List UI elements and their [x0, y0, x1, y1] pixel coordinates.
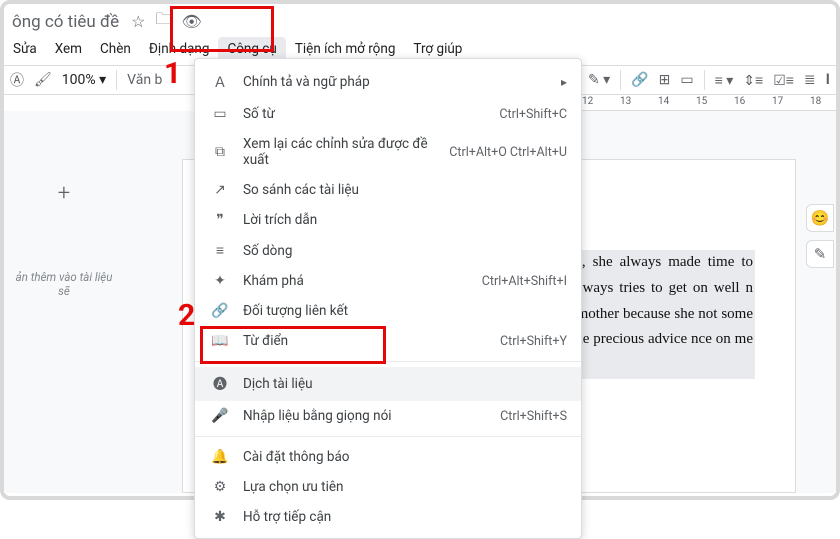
separator	[620, 70, 621, 90]
spellcheck-icon: Ａ	[209, 72, 231, 92]
menu-edit[interactable]: Sửa	[4, 37, 46, 61]
menu-voice-typing[interactable]: 🎤 Nhập liệu bằng giọng nói Ctrl+Shift+S	[195, 401, 581, 431]
menu-wordcount[interactable]: ▭ Số từ Ctrl+Shift+C	[195, 99, 581, 129]
wordcount-icon: ▭	[209, 106, 231, 122]
tb-more-icon[interactable]: 𝐈	[826, 72, 830, 88]
tools-dropdown: Ａ Chính tả và ngữ pháp ▸ ▭ Số từ Ctrl+Sh…	[194, 58, 582, 539]
paint-icon[interactable]: 🖌	[34, 72, 52, 88]
link-icon: 🔗	[209, 303, 231, 319]
tb-bulletlist-icon[interactable]: ≣	[804, 72, 816, 88]
spellcheck-icon[interactable]: Ⓐ	[10, 70, 24, 90]
tb-edit-icon[interactable]: ✎ ▾	[588, 72, 610, 88]
menu-explore[interactable]: ✦ Khám phá Ctrl+Alt+Shift+I	[195, 266, 581, 296]
menu-accessibility[interactable]: ✱ Hỗ trợ tiếp cận	[195, 502, 581, 532]
zoom-select[interactable]: 100% ▾	[62, 72, 106, 88]
callout-number-2: 2	[178, 298, 195, 333]
tb-link-icon[interactable]: 🔗	[631, 72, 648, 88]
separator	[704, 70, 705, 90]
ruler: 12 13 14 15 16 17 18	[582, 95, 836, 111]
compare-icon: ↗	[209, 182, 231, 198]
separator	[195, 436, 581, 437]
tb-image-icon[interactable]: ▭	[680, 72, 693, 88]
gear-icon: ⚙	[209, 479, 231, 495]
separator	[116, 70, 117, 90]
menu-preferences[interactable]: ⚙ Lựa chọn ưu tiên	[195, 472, 581, 502]
menu-dictionary[interactable]: 📖 Từ điển Ctrl+Shift+Y	[195, 326, 581, 356]
star-icon[interactable]: ☆	[129, 12, 147, 31]
menu-citations[interactable]: ❞ Lời trích dẫn	[195, 205, 581, 235]
menu-view[interactable]: Xem	[46, 37, 91, 61]
explore-icon: ✦	[209, 273, 231, 289]
callout-number-1: 1	[164, 56, 181, 91]
menu-compare-docs[interactable]: ↗ So sánh các tài liệu	[195, 175, 581, 205]
menu-translate-doc[interactable]: 🅐 Dịch tài liệu	[195, 367, 581, 401]
tb-linespace-icon[interactable]: ⇕≡	[743, 72, 763, 89]
menu-notifications[interactable]: 🔔 Cài đặt thông báo	[195, 442, 581, 472]
edit-side-icon[interactable]: ✎	[806, 240, 834, 268]
menu-line-numbers[interactable]: ≡ Số dòng	[195, 235, 581, 266]
outline-hint: ản thêm vào tài liệu sẽ	[12, 270, 116, 298]
accessibility-icon: ✱	[209, 509, 231, 525]
cloud-icon[interactable]: 👁	[180, 12, 204, 31]
dictionary-icon: 📖	[209, 333, 231, 349]
doc-title[interactable]: ông có tiêu đề	[8, 10, 123, 34]
quote-icon: ❞	[209, 212, 231, 228]
style-select[interactable]: Văn b	[127, 72, 162, 88]
review-icon: ⧉	[209, 144, 231, 160]
add-heading-icon[interactable]: +	[12, 181, 116, 206]
move-icon[interactable]: 🗀	[153, 8, 173, 35]
tb-comment-icon[interactable]: ⊞	[659, 72, 671, 88]
bell-icon: 🔔	[209, 449, 231, 465]
submenu-arrow-icon: ▸	[561, 75, 567, 89]
menu-linked-objects[interactable]: 🔗 Đối tượng liên kết	[195, 296, 581, 326]
menu-insert[interactable]: Chèn	[91, 37, 140, 61]
tb-checklist-icon[interactable]: ☑≡	[773, 72, 794, 89]
translate-icon: 🅐	[209, 374, 231, 394]
menu-review-suggestions[interactable]: ⧉ Xem lại các chỉnh sửa được đề xuất Ctr…	[195, 129, 581, 175]
mic-icon: 🎤	[209, 408, 231, 424]
tb-align-icon[interactable]: ≡ ▾	[715, 72, 734, 89]
emoji-side-icon[interactable]: 😊	[806, 204, 834, 232]
separator	[195, 361, 581, 362]
menu-spelling[interactable]: Ａ Chính tả và ngữ pháp ▸	[195, 65, 581, 99]
lines-icon: ≡	[209, 242, 231, 259]
outline-panel: + ản thêm vào tài liệu sẽ	[4, 111, 124, 493]
